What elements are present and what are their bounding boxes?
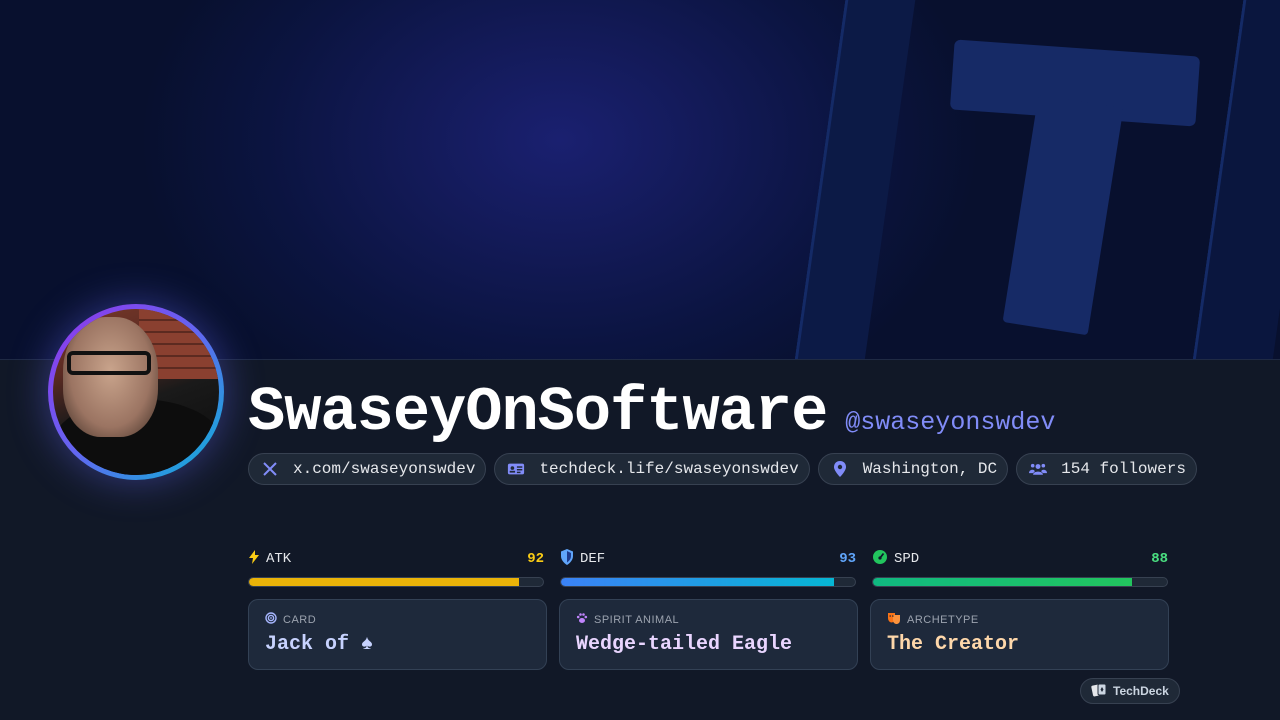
archetype-card: ARCHETYPE The Creator: [870, 599, 1169, 670]
card-label: CARD: [283, 613, 317, 626]
stats-row: ATK 92 DEF 93 SPD 88: [248, 548, 1168, 587]
theater-masks-icon: [887, 612, 901, 627]
avatar-ring: [48, 304, 224, 480]
stat-label: ATK: [266, 551, 292, 567]
card-label: SPIRIT ANIMAL: [594, 613, 680, 626]
profile-handle[interactable]: @swaseyonswdev: [845, 408, 1055, 437]
stat-value: 93: [839, 551, 856, 567]
spirit-animal-card: SPIRIT ANIMAL Wedge-tailed Eagle: [559, 599, 858, 670]
stat-bar-fill: [873, 578, 1132, 586]
lightning-icon: [248, 549, 260, 569]
shield-icon: [560, 548, 574, 570]
paw-icon: [576, 612, 588, 627]
stat-atk: ATK 92: [248, 548, 544, 587]
stat-bar: [248, 577, 544, 587]
profile-header: SwaseyOnSoftware @swaseyonswdev: [248, 380, 1055, 446]
stat-bar-fill: [249, 578, 520, 586]
card-suit-card: CARD Jack of ♠: [248, 599, 547, 670]
stat-def: DEF 93: [560, 548, 856, 587]
cards-icon: [1091, 683, 1107, 700]
website-link-text: techdeck.life/swaseyonswdev: [539, 460, 799, 478]
avatar: [53, 309, 219, 475]
stat-bar-fill: [561, 578, 835, 586]
profile-links: x.com/swaseyonswdev techdeck.life/swasey…: [248, 453, 1197, 485]
card-value: The Creator: [887, 633, 1020, 656]
banner-stripe: [791, 0, 919, 359]
x-link-text: x.com/swaseyonswdev: [293, 460, 476, 478]
stat-value: 88: [1151, 551, 1168, 567]
brand-label: TechDeck: [1113, 684, 1169, 698]
card-value: Jack of ♠: [265, 633, 374, 656]
followers-text: 154 followers: [1061, 460, 1186, 478]
stat-label: SPD: [894, 551, 920, 567]
location-chip: Washington, DC: [817, 453, 1009, 485]
stat-value: 92: [527, 551, 544, 567]
card-value: Wedge-tailed Eagle: [576, 633, 793, 656]
banner-logo-stem: [1002, 94, 1124, 336]
id-card-icon: [507, 460, 525, 478]
stat-bar: [560, 577, 856, 587]
stat-spd: SPD 88: [872, 548, 1168, 587]
techdeck-badge[interactable]: TechDeck: [1080, 678, 1180, 704]
x-logo-icon: [261, 460, 279, 478]
avatar-glasses: [67, 351, 151, 375]
card-label: ARCHETYPE: [907, 613, 979, 626]
avatar-face: [63, 317, 158, 437]
target-icon: [265, 612, 277, 627]
users-icon: [1029, 460, 1048, 478]
location-text: Washington, DC: [862, 460, 998, 478]
speedometer-icon: [872, 549, 888, 570]
location-pin-icon: [831, 460, 849, 478]
profile-name: SwaseyOnSoftware: [248, 377, 828, 448]
stat-label: DEF: [580, 551, 606, 567]
banner-stripe: [1189, 0, 1280, 359]
website-link-chip[interactable]: techdeck.life/swaseyonswdev: [494, 453, 810, 485]
x-link-chip[interactable]: x.com/swaseyonswdev: [248, 453, 487, 485]
stat-bar: [872, 577, 1168, 587]
followers-chip[interactable]: 154 followers: [1016, 453, 1197, 485]
profile-banner: [0, 0, 1280, 360]
trait-cards: CARD Jack of ♠ SPIRIT ANIMAL Wedge-taile…: [248, 599, 1169, 670]
